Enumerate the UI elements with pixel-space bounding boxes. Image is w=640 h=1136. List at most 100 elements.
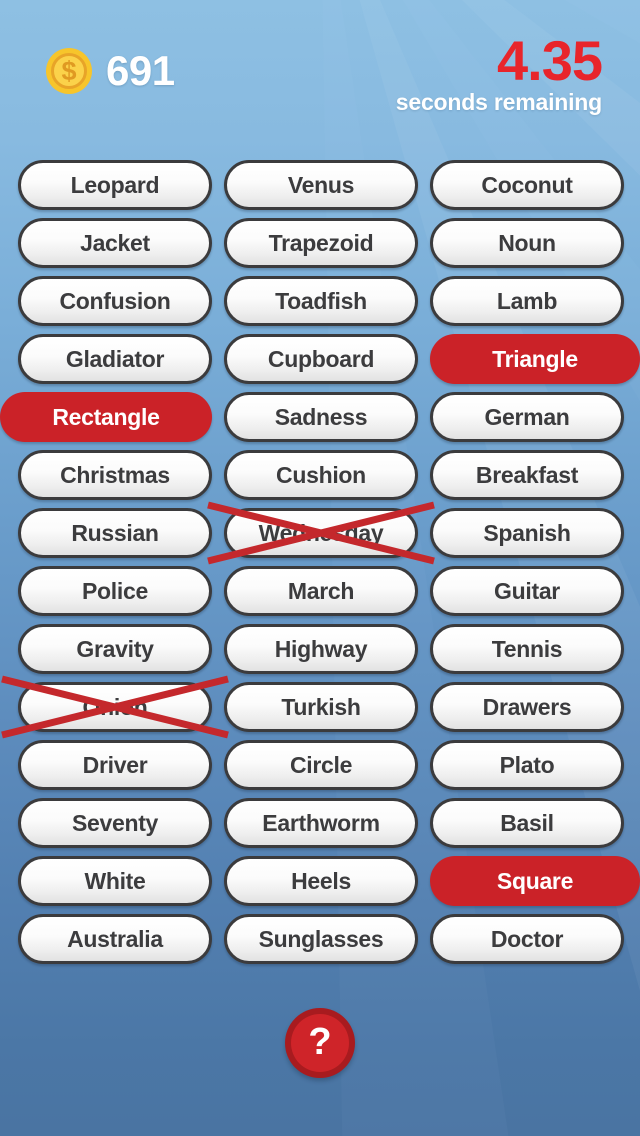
word-button[interactable]: Breakfast — [430, 450, 624, 500]
word-button[interactable]: Sunglasses — [224, 914, 418, 964]
word-cell: Triangle — [430, 334, 640, 384]
word-grid-row: Seventy Earthworm Basil — [0, 798, 640, 856]
word-cell: Earthworm — [224, 798, 418, 848]
word-button[interactable]: Trapezoid — [224, 218, 418, 268]
word-cell: Seventy — [18, 798, 212, 848]
word-button[interactable]: Plato — [430, 740, 624, 790]
word-button[interactable]: Guitar — [430, 566, 624, 616]
word-cell: Wednesday — [207, 501, 435, 565]
word-button[interactable]: Cushion — [224, 450, 418, 500]
word-cell: Doctor — [430, 914, 624, 964]
word-grid-row: Police March Guitar — [0, 566, 640, 624]
word-button[interactable]: Earthworm — [224, 798, 418, 848]
timer-label: seconds remaining — [395, 89, 602, 116]
word-button[interactable]: Police — [18, 566, 212, 616]
word-grid-row: Gravity Highway Tennis — [0, 624, 640, 682]
help-button[interactable]: ? — [285, 1008, 355, 1078]
word-grid: Leopard Venus Coconut Jacket Trapezoid Noun Co… — [0, 160, 640, 972]
word-cell: Tennis — [430, 624, 624, 674]
word-cell: White — [18, 856, 212, 906]
word-cell: Square — [430, 856, 640, 906]
footer-bar: ? — [0, 1008, 640, 1078]
word-cell: Sadness — [224, 392, 418, 442]
word-cell: Plato — [430, 740, 624, 790]
word-cell: Breakfast — [430, 450, 624, 500]
question-mark-icon: ? — [308, 1021, 332, 1063]
word-button[interactable]: Heels — [224, 856, 418, 906]
word-button[interactable]: White — [18, 856, 212, 906]
word-grid-row: White Heels Square — [0, 856, 640, 914]
word-grid-row: Australia Sunglasses Doctor — [0, 914, 640, 972]
word-button[interactable]: Confusion — [18, 276, 212, 326]
word-cell: Noun — [430, 218, 624, 268]
word-button[interactable]: Rectangle — [0, 392, 212, 442]
word-grid-row: Jacket Trapezoid Noun — [0, 218, 640, 276]
word-cell: Spanish — [430, 508, 624, 558]
word-button[interactable]: Tennis — [430, 624, 624, 674]
word-cell: March — [224, 566, 418, 616]
word-button[interactable]: Russian — [18, 508, 212, 558]
word-cell: Rectangle — [0, 392, 212, 442]
word-button[interactable]: Leopard — [18, 160, 212, 210]
game-screen: $ 691 4.35 seconds remaining Leopard Venu… — [0, 0, 640, 1136]
word-button[interactable]: Drawers — [430, 682, 624, 732]
countdown-timer: 4.35 seconds remaining — [395, 29, 603, 116]
word-button[interactable]: Basil — [430, 798, 624, 848]
word-cell: Russian — [18, 508, 212, 558]
word-cell: Heels — [224, 856, 418, 906]
word-cell: Drawers — [430, 682, 624, 732]
word-button[interactable]: Noun — [430, 218, 624, 268]
word-button[interactable]: Gladiator — [18, 334, 212, 384]
word-button[interactable]: Cupboard — [224, 334, 418, 384]
word-button[interactable]: German — [430, 392, 624, 442]
word-cell: Trapezoid — [224, 218, 418, 268]
word-cell: German — [430, 392, 624, 442]
coin-counter: $ 691 — [46, 48, 175, 94]
word-cell: Australia — [18, 914, 212, 964]
word-button[interactable]: Lamb — [430, 276, 624, 326]
word-button[interactable]: Triangle — [430, 334, 640, 384]
word-button[interactable]: Coconut — [430, 160, 624, 210]
word-button[interactable]: Doctor — [430, 914, 624, 964]
word-button[interactable]: Square — [430, 856, 640, 906]
word-button[interactable]: Highway — [224, 624, 418, 674]
word-cell: Onion — [1, 675, 229, 739]
word-cell: Leopard — [18, 160, 212, 210]
word-button[interactable]: Seventy — [18, 798, 212, 848]
word-cell: Venus — [224, 160, 418, 210]
word-button[interactable]: Christmas — [18, 450, 212, 500]
word-cell: Guitar — [430, 566, 624, 616]
word-cell: Christmas — [18, 450, 212, 500]
word-cell: Jacket — [18, 218, 212, 268]
word-button[interactable]: Toadfish — [224, 276, 418, 326]
word-button[interactable]: March — [224, 566, 418, 616]
word-button[interactable]: Venus — [224, 160, 418, 210]
word-button[interactable]: Jacket — [18, 218, 212, 268]
word-button[interactable]: Spanish — [430, 508, 624, 558]
coin-icon: $ — [46, 48, 92, 94]
word-grid-row: Leopard Venus Coconut — [0, 160, 640, 218]
word-button[interactable]: Australia — [18, 914, 212, 964]
word-cell: Lamb — [430, 276, 624, 326]
word-button[interactable]: Gravity — [18, 624, 212, 674]
word-grid-row: Onion Turkish Drawers — [0, 675, 640, 740]
word-button[interactable]: Driver — [18, 740, 212, 790]
word-button[interactable]: Turkish — [224, 682, 418, 732]
word-grid-row: Rectangle Sadness German — [0, 392, 640, 450]
word-button[interactable]: Circle — [224, 740, 418, 790]
word-grid-row: Driver Circle Plato — [0, 740, 640, 798]
word-cell: Cushion — [224, 450, 418, 500]
word-cell: Circle — [224, 740, 418, 790]
word-cell: Confusion — [18, 276, 212, 326]
word-cell: Gravity — [18, 624, 212, 674]
word-cell: Driver — [18, 740, 212, 790]
word-cell: Cupboard — [224, 334, 418, 384]
word-button[interactable]: Onion — [18, 682, 212, 732]
word-cell: Basil — [430, 798, 624, 848]
word-button[interactable]: Sadness — [224, 392, 418, 442]
timer-value: 4.35 — [497, 29, 603, 92]
word-cell: Turkish — [224, 682, 418, 732]
word-button[interactable]: Wednesday — [224, 508, 418, 558]
dollar-sign-icon: $ — [61, 55, 77, 86]
word-cell: Gladiator — [18, 334, 212, 384]
